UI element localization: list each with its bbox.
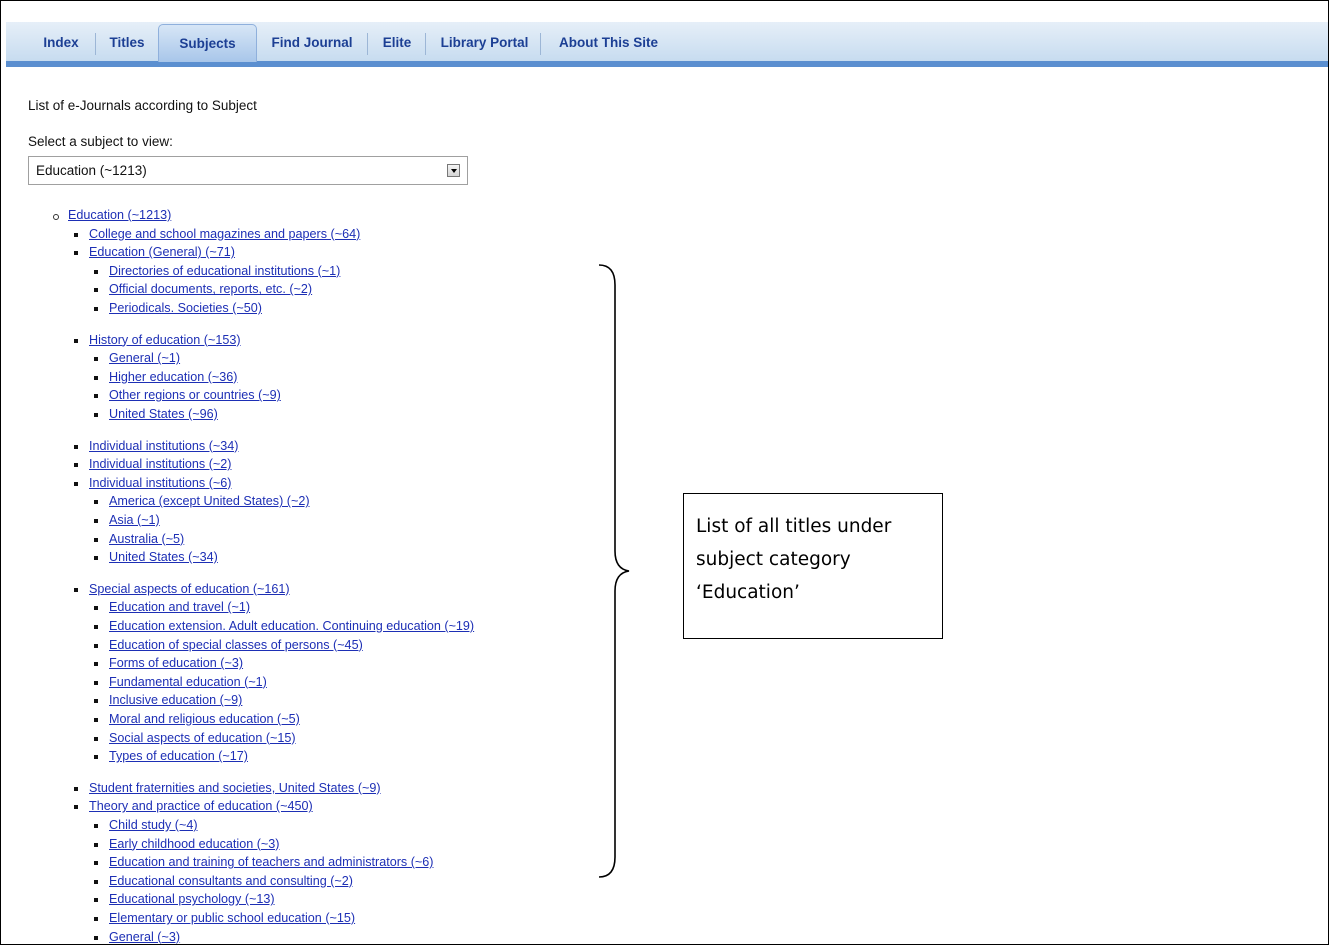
subject-link[interactable]: Education extension. Adult education. Co… (109, 619, 474, 634)
subject-link[interactable]: Education and travel (~1) (109, 600, 250, 615)
square-bullet-icon (94, 413, 98, 417)
curly-brace-icon (598, 264, 630, 878)
subject-link[interactable]: Special aspects of education (~161) (89, 582, 290, 597)
square-bullet-icon (74, 805, 78, 810)
subject-link[interactable]: Other regions or countries (~9) (109, 388, 281, 403)
square-bullet-icon (94, 269, 98, 274)
square-bullet-icon (74, 444, 78, 449)
subject-link[interactable]: Educational consultants and consulting (… (109, 874, 353, 889)
square-bullet-icon (94, 643, 98, 648)
circle-bullet-icon (53, 214, 59, 220)
subject-link[interactable]: Individual institutions (~2) (89, 457, 231, 472)
square-bullet-icon (94, 935, 98, 940)
nav-separator (367, 33, 368, 55)
subject-link[interactable]: History of education (~153) (89, 333, 241, 348)
square-bullet-icon (94, 625, 98, 629)
square-bullet-icon (94, 307, 98, 311)
subject-link[interactable]: Child study (~4) (109, 818, 198, 833)
square-bullet-icon (94, 288, 98, 293)
subject-link[interactable]: Inclusive education (~9) (109, 693, 242, 708)
subject-link[interactable]: Higher education (~36) (109, 370, 237, 385)
nav-separator (95, 33, 96, 55)
square-bullet-icon (74, 786, 78, 791)
tab-library-portal[interactable]: Library Portal (432, 22, 537, 61)
square-bullet-icon (94, 394, 98, 399)
square-bullet-icon (74, 587, 78, 592)
top-navigation-bar: Index Titles Subjects Find Journal Elite… (6, 22, 1328, 67)
subject-link[interactable]: Forms of education (~3) (109, 656, 243, 671)
tab-find-journal[interactable]: Find Journal (262, 22, 362, 61)
square-bullet-icon (94, 357, 98, 362)
subject-link[interactable]: Educational psychology (~13) (109, 892, 275, 907)
subject-link[interactable]: Education of special classes of persons … (109, 638, 363, 653)
square-bullet-icon (94, 699, 98, 704)
square-bullet-icon (94, 375, 98, 380)
subject-link[interactable]: Fundamental education (~1) (109, 675, 267, 690)
subject-link[interactable]: Individual institutions (~6) (89, 476, 231, 491)
subject-link[interactable]: United States (~34) (109, 550, 218, 565)
square-bullet-icon (94, 500, 98, 505)
subject-link[interactable]: Education (~1213) (68, 208, 171, 223)
tab-index[interactable]: Index (36, 22, 86, 61)
tab-elite[interactable]: Elite (374, 22, 420, 61)
square-bullet-icon (94, 917, 98, 921)
square-bullet-icon (94, 718, 98, 722)
square-bullet-icon (94, 537, 98, 542)
square-bullet-icon (94, 879, 98, 884)
subject-select[interactable]: Education (~1213) (28, 156, 468, 185)
square-bullet-icon (74, 251, 78, 256)
subject-link[interactable]: General (~3) (109, 930, 180, 944)
tab-subjects[interactable]: Subjects (158, 24, 257, 62)
square-bullet-icon (74, 338, 78, 343)
square-bullet-icon (94, 556, 98, 561)
subject-link[interactable]: Asia (~1) (109, 513, 160, 528)
square-bullet-icon (74, 481, 78, 486)
square-bullet-icon (94, 606, 98, 611)
subject-link[interactable]: Social aspects of education (~15) (109, 731, 296, 746)
page-heading: List of e-Journals according to Subject (28, 98, 257, 113)
subject-link[interactable]: Early childhood education (~3) (109, 837, 279, 852)
subject-select-label: Select a subject to view: (28, 134, 173, 149)
subject-link[interactable]: Moral and religious education (~5) (109, 712, 300, 727)
square-bullet-icon (94, 898, 98, 903)
square-bullet-icon (94, 842, 98, 847)
square-bullet-icon (94, 861, 98, 866)
subject-link[interactable]: Official documents, reports, etc. (~2) (109, 282, 312, 297)
annotation-callout: List of all titles under subject categor… (683, 493, 943, 639)
square-bullet-icon (94, 736, 98, 741)
subject-link[interactable]: Student fraternities and societies, Unit… (89, 781, 381, 796)
subject-link[interactable]: Directories of educational institutions … (109, 264, 340, 279)
square-bullet-icon (94, 755, 98, 760)
subject-link[interactable]: Education and training of teachers and a… (109, 855, 433, 870)
square-bullet-icon (94, 662, 98, 667)
screenshot-frame: Index Titles Subjects Find Journal Elite… (0, 0, 1329, 945)
subject-link[interactable]: America (except United States) (~2) (109, 494, 310, 509)
square-bullet-icon (94, 824, 98, 828)
square-bullet-icon (74, 463, 78, 468)
subject-link[interactable]: College and school magazines and papers … (89, 227, 360, 242)
square-bullet-icon (74, 232, 78, 237)
nav-separator (540, 33, 541, 55)
subject-link[interactable]: Theory and practice of education (~450) (89, 799, 313, 814)
tab-about-this-site[interactable]: About This Site (546, 22, 671, 61)
nav-separator (425, 33, 426, 55)
subject-link[interactable]: Types of education (~17) (109, 749, 248, 764)
subject-select-value: Education (~1213) (36, 163, 147, 178)
square-bullet-icon (94, 519, 98, 523)
annotation-text: List of all titles under subject categor… (696, 516, 892, 603)
subject-link[interactable]: Australia (~5) (109, 532, 184, 547)
dropdown-arrow-icon[interactable] (447, 164, 460, 177)
square-bullet-icon (94, 680, 98, 685)
subject-link[interactable]: Elementary or public school education (~… (109, 911, 355, 926)
subject-link[interactable]: Education (General) (~71) (89, 245, 235, 260)
tab-titles[interactable]: Titles (102, 22, 152, 61)
subject-link[interactable]: United States (~96) (109, 407, 218, 422)
subject-link[interactable]: General (~1) (109, 351, 180, 366)
subject-link[interactable]: Periodicals. Societies (~50) (109, 301, 262, 316)
subject-link[interactable]: Individual institutions (~34) (89, 439, 238, 454)
